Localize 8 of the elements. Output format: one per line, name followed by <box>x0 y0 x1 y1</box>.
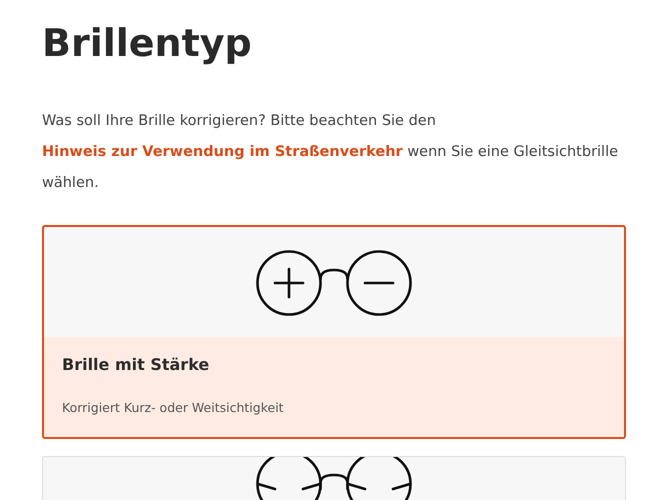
road-traffic-notice-link[interactable]: Hinweis zur Verwendung im Straßenverkehr <box>42 144 403 160</box>
page-title: Brillentyp <box>42 20 253 67</box>
lens-type-option-card[interactable] <box>42 456 626 500</box>
glasses-plus-minus-icon <box>256 250 412 316</box>
option-description: Korrigiert Kurz- oder Weitsichtigkeit <box>62 400 285 415</box>
option-title: Brille mit Stärke <box>62 355 210 374</box>
intro-paragraph: Was soll Ihre Brille korrigieren? Bitte beachten Sie den Hinweis zur Verwendung im Straßenverkehr wenn Sie eine Gleitsichtbrille wählen. <box>42 112 620 193</box>
lens-type-option-card[interactable]: Brille mit Stärke Korrigiert Kurz- oder Weitsichtigkeit <box>42 225 626 439</box>
